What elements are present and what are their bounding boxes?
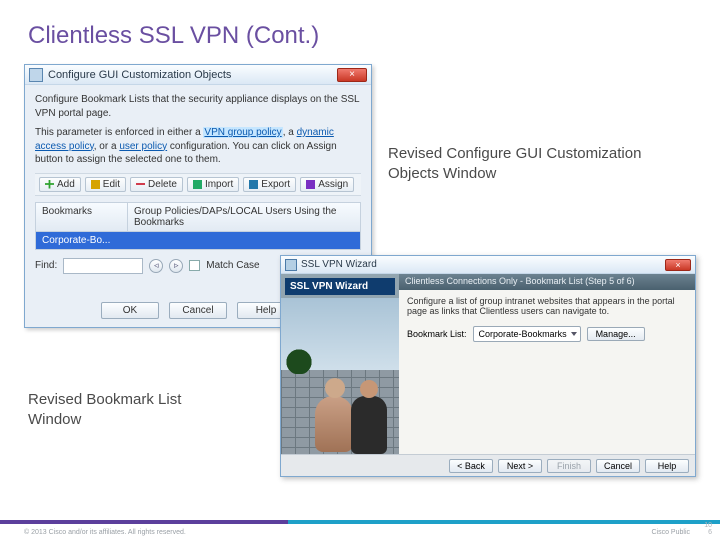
caption-bookmark-window: Revised Bookmark List Window xyxy=(28,390,228,431)
dialog1-toolbar: Add Edit Delete Import Export Assign xyxy=(35,173,361,196)
match-case-label: Match Case xyxy=(206,260,259,271)
find-prev-button[interactable]: ◃ xyxy=(149,259,163,273)
dialog2-title: SSL VPN Wizard xyxy=(301,259,665,270)
ssl-vpn-wizard-dialog: SSL VPN Wizard × SSL VPN Wizard Clientle… xyxy=(280,255,696,477)
wizard-main-pane: Clientless Connections Only - Bookmark L… xyxy=(399,274,695,458)
import-button[interactable]: Import xyxy=(187,177,239,192)
col-bookmarks[interactable]: Bookmarks xyxy=(36,203,128,231)
find-next-button[interactable]: ▹ xyxy=(169,259,183,273)
bookmark-list-label: Bookmark List: xyxy=(407,329,467,339)
cancel-button[interactable]: Cancel xyxy=(169,302,227,319)
wizard-sidebar-label: SSL VPN Wizard xyxy=(285,278,395,295)
slide-title: Clientless SSL VPN (Cont.) xyxy=(28,22,319,50)
assign-icon xyxy=(306,180,315,189)
cisco-public-text: Cisco Public xyxy=(651,529,690,536)
dialog2-titlebar[interactable]: SSL VPN Wizard × xyxy=(281,256,695,274)
back-button[interactable]: < Back xyxy=(449,459,493,473)
import-icon xyxy=(193,180,202,189)
ok-button[interactable]: OK xyxy=(101,302,159,319)
pencil-icon xyxy=(91,180,100,189)
wizard-sidebar: SSL VPN Wizard xyxy=(281,274,399,458)
table-header: Bookmarks Group Policies/DAPs/LOCAL User… xyxy=(35,202,361,232)
chevron-down-icon xyxy=(571,332,577,336)
plus-icon xyxy=(45,180,54,189)
assign-button[interactable]: Assign xyxy=(300,177,354,192)
export-button[interactable]: Export xyxy=(243,177,296,192)
footer-accent-bar xyxy=(0,520,720,524)
close-button[interactable]: × xyxy=(665,259,691,271)
delete-button[interactable]: Delete xyxy=(130,177,183,192)
dialog1-titlebar[interactable]: Configure GUI Customization Objects × xyxy=(25,65,371,85)
cancel-button[interactable]: Cancel xyxy=(596,459,640,473)
copyright-text: © 2013 Cisco and/or its affiliates. All … xyxy=(24,529,186,536)
find-input[interactable] xyxy=(63,258,143,274)
match-case-checkbox[interactable] xyxy=(189,260,200,271)
page-number: 106 xyxy=(704,522,712,536)
link-user-policy[interactable]: user policy xyxy=(119,141,167,152)
help-button[interactable]: Help xyxy=(645,459,689,473)
link-vpn-group-policy[interactable]: VPN group policy xyxy=(203,127,282,138)
sidebar-illustration xyxy=(281,274,399,458)
wizard-footer: < Back Next > Finish Cancel Help xyxy=(281,454,695,476)
cell-bookmark-name: Corporate-Bo... xyxy=(36,232,128,249)
dialog1-description-1: Configure Bookmark Lists that the securi… xyxy=(35,93,361,120)
dialog2-app-icon xyxy=(285,259,297,271)
table-row[interactable]: Corporate-Bo... xyxy=(35,232,361,250)
add-button[interactable]: Add xyxy=(39,177,81,192)
export-icon xyxy=(249,180,258,189)
manage-button[interactable]: Manage... xyxy=(587,327,645,341)
dialog1-title: Configure GUI Customization Objects xyxy=(48,69,337,81)
trash-icon xyxy=(136,180,145,189)
bookmark-list-dropdown[interactable]: Corporate-Bookmarks xyxy=(473,326,581,342)
next-button[interactable]: Next > xyxy=(498,459,542,473)
wizard-description: Configure a list of group intranet websi… xyxy=(399,290,695,322)
dialog1-description-2: This parameter is enforced in either a V… xyxy=(35,126,361,167)
wizard-step-header: Clientless Connections Only - Bookmark L… xyxy=(399,274,695,290)
finish-button: Finish xyxy=(547,459,591,473)
col-groups[interactable]: Group Policies/DAPs/LOCAL Users Using th… xyxy=(128,203,360,231)
find-label: Find: xyxy=(35,260,57,271)
caption-config-window: Revised Configure GUI Customization Obje… xyxy=(388,144,668,185)
edit-button[interactable]: Edit xyxy=(85,177,126,192)
dialog1-app-icon xyxy=(29,68,43,82)
close-button[interactable]: × xyxy=(337,68,367,82)
